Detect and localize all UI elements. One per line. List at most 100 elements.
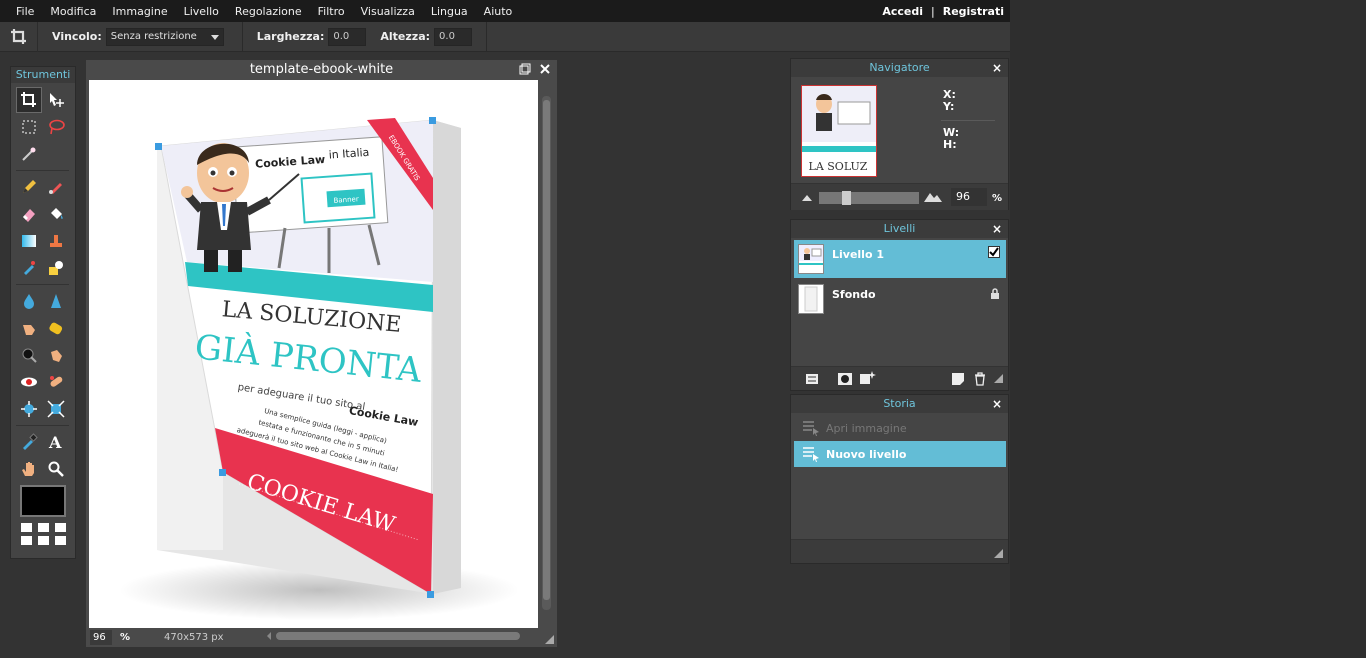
- dodge-tool[interactable]: [16, 342, 42, 368]
- navigator-thumbnail[interactable]: LA SOLUZ: [801, 85, 877, 177]
- marquee-tool[interactable]: [16, 114, 42, 140]
- pinch-tool[interactable]: [43, 396, 69, 422]
- menu-aiuto[interactable]: Aiuto: [476, 5, 521, 18]
- brush-tool[interactable]: [43, 174, 69, 200]
- menu-visualizza[interactable]: Visualizza: [353, 5, 423, 18]
- layer-row[interactable]: Livello 1: [794, 240, 1006, 278]
- magic-wand-tool[interactable]: [16, 141, 42, 167]
- swatch[interactable]: [21, 536, 32, 545]
- lasso-tool[interactable]: [43, 114, 69, 140]
- menu-modifica[interactable]: Modifica: [42, 5, 104, 18]
- menu-lingua[interactable]: Lingua: [423, 5, 476, 18]
- layer-mask-icon[interactable]: [837, 372, 853, 386]
- bandage-icon: [50, 376, 63, 387]
- menu-regolazione[interactable]: Regolazione: [227, 5, 310, 18]
- resize-grip-icon[interactable]: [994, 374, 1003, 383]
- svg-text:A: A: [48, 433, 62, 451]
- menu-immagine[interactable]: Immagine: [104, 5, 175, 18]
- clone-stamp-tool[interactable]: [43, 228, 69, 254]
- foreground-color-swatch[interactable]: [20, 485, 66, 517]
- document-title-bar[interactable]: template-ebook-white: [86, 60, 557, 80]
- color-picker-tool[interactable]: [16, 429, 42, 455]
- close-icon[interactable]: [539, 63, 551, 75]
- menu-filtro[interactable]: Filtro: [310, 5, 353, 18]
- tool-grid: A: [11, 83, 75, 486]
- burn-tool[interactable]: [43, 342, 69, 368]
- navigator-header[interactable]: Navigatore ×: [791, 59, 1008, 77]
- blur-tool[interactable]: [16, 288, 42, 314]
- swatch[interactable]: [38, 536, 49, 545]
- history-item[interactable]: Apri immagine: [794, 415, 1006, 441]
- layer-row[interactable]: Sfondo: [794, 280, 1006, 318]
- crop-handle[interactable]: [427, 591, 434, 598]
- swatch[interactable]: [55, 523, 66, 532]
- resize-grip-icon[interactable]: [545, 635, 554, 644]
- zoom-slider-knob[interactable]: [842, 191, 851, 205]
- finger-icon: [23, 325, 35, 335]
- scroll-thumb[interactable]: [276, 632, 520, 640]
- close-icon[interactable]: ×: [992, 59, 1002, 77]
- gradient-tool[interactable]: [16, 228, 42, 254]
- crop-handle[interactable]: [219, 469, 226, 476]
- sponge-tool[interactable]: [43, 315, 69, 341]
- zoom-tool[interactable]: [43, 456, 69, 482]
- pencil-tool[interactable]: [16, 174, 42, 200]
- swatch[interactable]: [55, 536, 66, 545]
- smudge-tool[interactable]: [16, 315, 42, 341]
- constraint-select[interactable]: Senza restrizione: [105, 27, 224, 46]
- width-input[interactable]: 0.0: [328, 27, 367, 46]
- history-item[interactable]: Nuovo livello: [794, 441, 1006, 467]
- hand-tool[interactable]: [16, 456, 42, 482]
- swatch-grid[interactable]: [21, 523, 67, 545]
- brush-icon: [49, 183, 62, 194]
- swatch[interactable]: [21, 523, 32, 532]
- stamp-icon: [50, 235, 62, 247]
- close-icon[interactable]: ×: [992, 395, 1002, 413]
- fill-tool[interactable]: [43, 201, 69, 227]
- register-link[interactable]: Registrati: [943, 5, 1004, 18]
- trash-icon[interactable]: [973, 372, 987, 386]
- text-tool[interactable]: A: [43, 429, 69, 455]
- image-canvas[interactable]: Banner Cookie Law in Italia EBOOK GRATIS…: [89, 80, 538, 628]
- shape-tool[interactable]: [43, 255, 69, 281]
- navigator-zoom-input[interactable]: 96: [951, 188, 987, 206]
- bloat-tool[interactable]: [16, 396, 42, 422]
- zoom-slider[interactable]: [819, 191, 919, 205]
- login-link[interactable]: Accedi: [882, 5, 923, 18]
- layers-header[interactable]: Livelli ×: [791, 220, 1008, 238]
- close-icon[interactable]: ×: [992, 220, 1002, 238]
- history-header[interactable]: Storia ×: [791, 395, 1008, 413]
- navigator-title: Navigatore: [869, 61, 930, 74]
- eraser-icon: [23, 209, 35, 222]
- sharpen-tool[interactable]: [43, 288, 69, 314]
- checkbox-checked-icon: [988, 246, 1000, 258]
- eraser-tool[interactable]: [16, 201, 42, 227]
- red-eye-tool[interactable]: [16, 369, 42, 395]
- tools-title: Strumenti: [11, 67, 75, 83]
- layer-visibility-checkbox[interactable]: [988, 246, 1000, 261]
- scroll-thumb[interactable]: [543, 100, 550, 600]
- crop-tool[interactable]: [16, 87, 42, 113]
- height-input[interactable]: 0.0: [434, 27, 473, 46]
- zoom-out-icon[interactable]: [801, 193, 813, 203]
- crop-handle[interactable]: [155, 143, 162, 150]
- constraint-label: Vincolo:: [52, 30, 102, 43]
- swatch[interactable]: [38, 523, 49, 532]
- layer-style-icon[interactable]: [859, 370, 877, 386]
- maximize-icon[interactable]: [519, 63, 531, 75]
- menu-file[interactable]: File: [0, 5, 42, 18]
- resize-grip-icon[interactable]: [994, 549, 1003, 558]
- zoom-input[interactable]: 96: [90, 630, 112, 645]
- spot-heal-tool[interactable]: [43, 369, 69, 395]
- color-replace-tool[interactable]: [16, 255, 42, 281]
- new-layer-icon[interactable]: [951, 372, 965, 386]
- zoom-in-icon[interactable]: [923, 191, 943, 203]
- menu-livello[interactable]: Livello: [176, 5, 227, 18]
- move-tool[interactable]: [43, 87, 69, 113]
- crop-handle[interactable]: [429, 117, 436, 124]
- vertical-scrollbar[interactable]: [542, 96, 551, 610]
- magnifier-icon: [48, 461, 64, 477]
- scroll-left-icon[interactable]: [266, 631, 272, 641]
- horizontal-scrollbar[interactable]: [267, 631, 530, 641]
- layer-settings-icon[interactable]: [805, 372, 819, 386]
